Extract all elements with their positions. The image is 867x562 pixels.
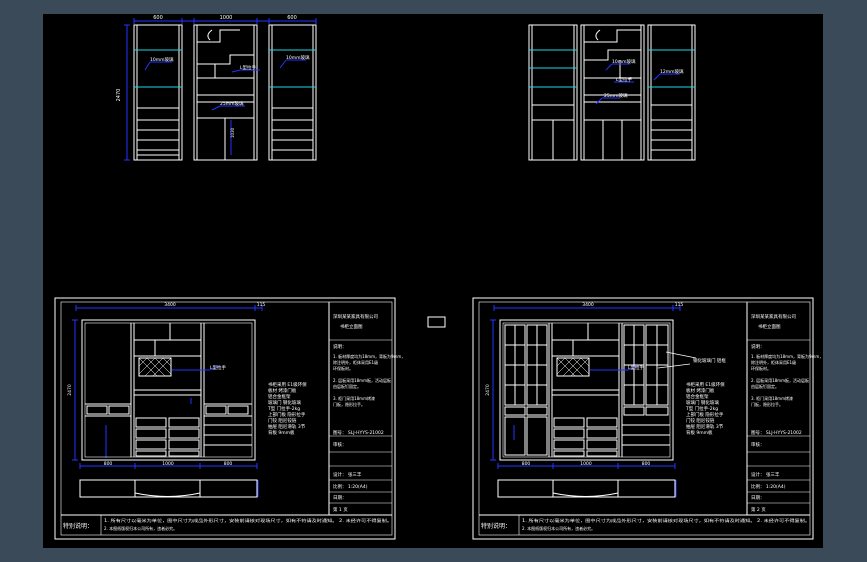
side-note: 背板 9mm板 — [686, 429, 713, 436]
footer-label: 特别说明： — [481, 522, 511, 530]
side-note: T型 门拉手-2kg — [267, 405, 300, 412]
sheet-left: 3400 115 800 1000 800 2470 L型拉手 书柜采用 E1级… — [54, 297, 405, 540]
dim-label: 1000 — [580, 461, 592, 467]
side-note: 板材 烤漆门板 — [268, 387, 297, 394]
side-note: T型 门拉手-2kg — [685, 405, 718, 412]
note-item: 3. 柜门采用18mm烤漆 — [751, 395, 793, 401]
sheet-right: 3400 115 800 1000 800 2470 钢化玻璃门 铝框 L型拉手… — [472, 297, 823, 540]
note-item: 环保板材。 — [751, 365, 771, 371]
date: 日期： — [751, 495, 765, 501]
footer-notes: 特别说明： 1. 所有尺寸以毫米为单位，图中尺寸为成品外形尺寸，安装前请核对现场… — [63, 515, 392, 535]
note-item: 由层板钉固定。 — [751, 383, 779, 389]
title-block: 深圳某某家具有限公司 书柜立面图 说明： 1. 板材厚度均为18mm，背板为9m… — [747, 313, 823, 513]
note-item: 1. 板材厚度均为18mm，背板为9mm， — [751, 353, 823, 359]
note-label: L型拉手 — [616, 76, 633, 83]
side-note: 门铰 阻尼铰链 — [686, 417, 715, 424]
side-note: 书柜采用 E1级环保 — [268, 381, 307, 388]
dim-label: 2470 — [116, 89, 122, 102]
side-note: 门铰 阻尼铰链 — [268, 417, 297, 424]
dim-label: 3400 — [164, 302, 176, 308]
side-notes: 书柜采用 E1级环保 板材 烤漆门板 铝合金框架 玻璃门 钢化玻璃 T型 门拉手… — [267, 381, 307, 436]
callout-label: L型拉手 — [210, 364, 227, 371]
dim-label: 115 — [675, 302, 684, 308]
dim-label: 115 — [257, 302, 266, 308]
dim-label: 600 — [153, 15, 163, 21]
section-title: 说明： — [751, 343, 765, 350]
note-item: 2. 层板采用18mm板，活动层板 — [333, 377, 391, 383]
side-note: 背板 9mm板 — [268, 429, 295, 436]
sheet-number: 第 1 页 — [333, 506, 348, 513]
viewport-marker[interactable] — [427, 316, 446, 328]
side-note: 抽屉 阻尼滑轨 3节 — [686, 423, 724, 430]
dim-label: 800 — [104, 461, 113, 467]
side-note: 玻璃门 钢化玻璃 — [686, 399, 719, 406]
footer-line: 1. 所有尺寸以毫米为单位，图中尺寸为成品外形尺寸，安装前请核对现场尺寸，如有不… — [104, 517, 392, 523]
side-note: 抽屉 阻尼滑轨 3节 — [268, 423, 306, 430]
footer-label: 特别说明： — [63, 522, 93, 530]
dim-label: 1000 — [220, 15, 233, 21]
side-note: 板材 烤漆门板 — [686, 387, 715, 394]
top-left-elevation: 600 1000 600 2470 10mm玻璃 10mm玻璃 25mm玻璃 L… — [116, 15, 317, 161]
note-item: 环保板材。 — [333, 365, 353, 371]
note-item: 由层板钉固定。 — [333, 383, 361, 389]
footer-line: 2. 本图纸版权归本公司所有，违者必究。 — [104, 525, 177, 531]
dim-label: 800 — [522, 461, 531, 467]
side-note: 玻璃门 钢化玻璃 — [268, 399, 301, 406]
dim-label: 600 — [287, 15, 297, 21]
designer: 设计： 张三丰 — [333, 471, 362, 478]
checked-by: 审核： — [751, 441, 765, 448]
note-item: 3. 柜门采用18mm烤漆 — [333, 395, 375, 401]
note-item: 门板，隐形拉手。 — [333, 401, 365, 407]
company-name: 深圳某某家具有限公司 — [751, 313, 796, 320]
note-label: 25mm玻璃 — [604, 92, 628, 99]
drawing-number: 图号： SLJ-HYYS-21002 — [333, 430, 384, 436]
note-item: 2. 层板采用18mm板，活动层板 — [751, 377, 809, 383]
dim-label: 2470 — [485, 384, 491, 396]
project-name: 书柜立面图 — [340, 323, 363, 330]
note-item: 门板，隐形拉手。 — [751, 401, 783, 407]
footer-line: 1. 所有尺寸以毫米为单位，图中尺寸为成品外形尺寸，安装前请核对现场尺寸，如有不… — [522, 517, 810, 523]
note-label: 1030 — [230, 127, 235, 138]
note-label: 25mm玻璃 — [220, 100, 244, 107]
side-note: 铝合金框架 — [686, 393, 709, 400]
note-label: L型拉手 — [240, 64, 257, 71]
dim-label: 3400 — [582, 302, 594, 308]
checked-by: 审核： — [333, 441, 347, 448]
dim-label: 2470 — [67, 384, 73, 396]
dim-label: 800 — [642, 461, 651, 467]
side-note: 铝合金框架 — [268, 393, 291, 400]
side-note: 书柜采用 E1级环保 — [686, 381, 725, 388]
top-right-elevation: 10mm玻璃 12mm玻璃 L型拉手 25mm玻璃 — [528, 24, 696, 161]
section-title: 说明： — [333, 343, 347, 350]
date: 日期： — [333, 495, 347, 501]
footer-notes: 特别说明： 1. 所有尺寸以毫米为单位，图中尺寸为成品外形尺寸，安装前请核对现场… — [481, 515, 810, 535]
cad-drawing: 600 1000 600 2470 10mm玻璃 10mm玻璃 25mm玻璃 L… — [54, 15, 823, 540]
note-item: 1. 板材厚度均为18mm，背板为9mm， — [333, 353, 405, 359]
drawing-number: 图号： SLJ-HYYS-21002 — [751, 430, 802, 436]
dim-label: 1000 — [162, 461, 174, 467]
note-label: 10mm玻璃 — [612, 58, 636, 65]
side-notes: 书柜采用 E1级环保 板材 烤漆门板 铝合金框架 玻璃门 钢化玻璃 T型 门拉手… — [685, 381, 725, 436]
side-note: 上部门板 隐形拉手 — [268, 411, 306, 418]
designer: 设计： 张三丰 — [751, 471, 780, 478]
title-block: 深圳某某家具有限公司 书柜立面图 说明： 1. 板材厚度均为18mm，背板为9m… — [329, 313, 405, 513]
company-name: 深圳某某家具有限公司 — [333, 313, 378, 320]
note-label: 10mm玻璃 — [150, 56, 174, 63]
callout-label: L型拉手 — [628, 364, 645, 371]
callout-label: 钢化玻璃门 铝框 — [693, 357, 726, 364]
project-name: 书柜立面图 — [758, 323, 781, 330]
note-item: 除注明外，柜体采用E1级 — [751, 359, 796, 365]
scale: 比例： 1:20(A4) — [333, 483, 368, 490]
scale: 比例： 1:20(A4) — [751, 483, 786, 490]
dim-label: 800 — [224, 461, 233, 467]
note-item: 除注明外，柜体采用E1级 — [333, 359, 378, 365]
sheet-number: 第 2 页 — [751, 506, 766, 513]
note-label: 10mm玻璃 — [286, 54, 310, 61]
side-note: 上部门板 隐形拉手 — [686, 411, 724, 418]
footer-line: 2. 本图纸版权归本公司所有，违者必究。 — [522, 525, 595, 531]
note-label: 12mm玻璃 — [660, 68, 684, 75]
